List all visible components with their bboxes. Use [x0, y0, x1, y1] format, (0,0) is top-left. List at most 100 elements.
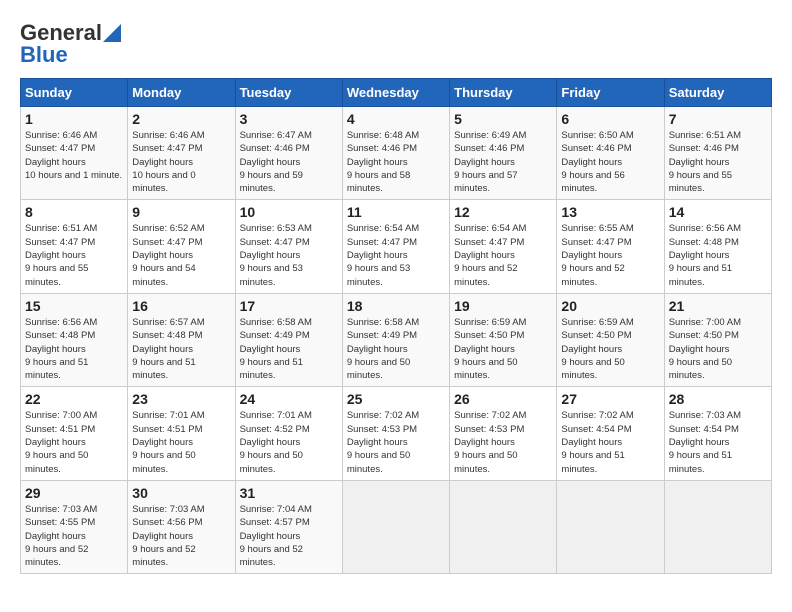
- day-info: Sunrise: 7:04 AM Sunset: 4:57 PM Dayligh…: [240, 503, 338, 569]
- day-number: 31: [240, 485, 338, 501]
- calendar-header-tuesday: Tuesday: [235, 79, 342, 107]
- calendar-cell: 5 Sunrise: 6:49 AM Sunset: 4:46 PM Dayli…: [450, 107, 557, 200]
- day-number: 24: [240, 391, 338, 407]
- day-number: 10: [240, 204, 338, 220]
- calendar-week-5: 29 Sunrise: 7:03 AM Sunset: 4:55 PM Dayl…: [21, 480, 772, 573]
- day-number: 21: [669, 298, 767, 314]
- calendar-cell: 12 Sunrise: 6:54 AM Sunset: 4:47 PM Dayl…: [450, 200, 557, 293]
- calendar-cell: 27 Sunrise: 7:02 AM Sunset: 4:54 PM Dayl…: [557, 387, 664, 480]
- day-info: Sunrise: 7:02 AM Sunset: 4:53 PM Dayligh…: [454, 409, 552, 475]
- day-number: 30: [132, 485, 230, 501]
- calendar-cell: 3 Sunrise: 6:47 AM Sunset: 4:46 PM Dayli…: [235, 107, 342, 200]
- day-info: Sunrise: 6:49 AM Sunset: 4:46 PM Dayligh…: [454, 129, 552, 195]
- day-number: 25: [347, 391, 445, 407]
- calendar-cell: [450, 480, 557, 573]
- day-info: Sunrise: 7:00 AM Sunset: 4:50 PM Dayligh…: [669, 316, 767, 382]
- day-number: 20: [561, 298, 659, 314]
- day-info: Sunrise: 6:52 AM Sunset: 4:47 PM Dayligh…: [132, 222, 230, 288]
- calendar-cell: 30 Sunrise: 7:03 AM Sunset: 4:56 PM Dayl…: [128, 480, 235, 573]
- day-info: Sunrise: 7:02 AM Sunset: 4:54 PM Dayligh…: [561, 409, 659, 475]
- day-info: Sunrise: 6:59 AM Sunset: 4:50 PM Dayligh…: [561, 316, 659, 382]
- day-info: Sunrise: 7:02 AM Sunset: 4:53 PM Dayligh…: [347, 409, 445, 475]
- calendar-cell: 26 Sunrise: 7:02 AM Sunset: 4:53 PM Dayl…: [450, 387, 557, 480]
- day-number: 3: [240, 111, 338, 127]
- day-number: 14: [669, 204, 767, 220]
- day-info: Sunrise: 6:51 AM Sunset: 4:46 PM Dayligh…: [669, 129, 767, 195]
- day-number: 23: [132, 391, 230, 407]
- day-number: 19: [454, 298, 552, 314]
- calendar-cell: 8 Sunrise: 6:51 AM Sunset: 4:47 PM Dayli…: [21, 200, 128, 293]
- calendar-cell: 24 Sunrise: 7:01 AM Sunset: 4:52 PM Dayl…: [235, 387, 342, 480]
- calendar-cell: 23 Sunrise: 7:01 AM Sunset: 4:51 PM Dayl…: [128, 387, 235, 480]
- calendar-week-2: 8 Sunrise: 6:51 AM Sunset: 4:47 PM Dayli…: [21, 200, 772, 293]
- day-info: Sunrise: 7:00 AM Sunset: 4:51 PM Dayligh…: [25, 409, 123, 475]
- day-number: 27: [561, 391, 659, 407]
- calendar-cell: [342, 480, 449, 573]
- calendar-table: SundayMondayTuesdayWednesdayThursdayFrid…: [20, 78, 772, 574]
- logo: General Blue: [20, 20, 122, 68]
- day-info: Sunrise: 7:01 AM Sunset: 4:52 PM Dayligh…: [240, 409, 338, 475]
- day-number: 5: [454, 111, 552, 127]
- calendar-cell: 15 Sunrise: 6:56 AM Sunset: 4:48 PM Dayl…: [21, 293, 128, 386]
- calendar-cell: 6 Sunrise: 6:50 AM Sunset: 4:46 PM Dayli…: [557, 107, 664, 200]
- day-info: Sunrise: 7:03 AM Sunset: 4:54 PM Dayligh…: [669, 409, 767, 475]
- day-number: 28: [669, 391, 767, 407]
- day-info: Sunrise: 6:58 AM Sunset: 4:49 PM Dayligh…: [240, 316, 338, 382]
- calendar-week-1: 1 Sunrise: 6:46 AM Sunset: 4:47 PM Dayli…: [21, 107, 772, 200]
- day-info: Sunrise: 6:48 AM Sunset: 4:46 PM Dayligh…: [347, 129, 445, 195]
- logo-blue-text: Blue: [20, 42, 68, 68]
- calendar-header-saturday: Saturday: [664, 79, 771, 107]
- logo-arrow-icon: [103, 24, 121, 42]
- day-number: 1: [25, 111, 123, 127]
- day-info: Sunrise: 6:54 AM Sunset: 4:47 PM Dayligh…: [454, 222, 552, 288]
- day-number: 15: [25, 298, 123, 314]
- calendar-header-monday: Monday: [128, 79, 235, 107]
- day-number: 26: [454, 391, 552, 407]
- day-number: 17: [240, 298, 338, 314]
- calendar-week-4: 22 Sunrise: 7:00 AM Sunset: 4:51 PM Dayl…: [21, 387, 772, 480]
- calendar-header-row: SundayMondayTuesdayWednesdayThursdayFrid…: [21, 79, 772, 107]
- day-number: 4: [347, 111, 445, 127]
- day-info: Sunrise: 7:03 AM Sunset: 4:56 PM Dayligh…: [132, 503, 230, 569]
- calendar-cell: 9 Sunrise: 6:52 AM Sunset: 4:47 PM Dayli…: [128, 200, 235, 293]
- day-info: Sunrise: 6:56 AM Sunset: 4:48 PM Dayligh…: [25, 316, 123, 382]
- calendar-cell: 20 Sunrise: 6:59 AM Sunset: 4:50 PM Dayl…: [557, 293, 664, 386]
- calendar-cell: 21 Sunrise: 7:00 AM Sunset: 4:50 PM Dayl…: [664, 293, 771, 386]
- calendar-header-wednesday: Wednesday: [342, 79, 449, 107]
- calendar-cell: 16 Sunrise: 6:57 AM Sunset: 4:48 PM Dayl…: [128, 293, 235, 386]
- calendar-cell: 28 Sunrise: 7:03 AM Sunset: 4:54 PM Dayl…: [664, 387, 771, 480]
- calendar-header-sunday: Sunday: [21, 79, 128, 107]
- calendar-header-thursday: Thursday: [450, 79, 557, 107]
- day-info: Sunrise: 6:55 AM Sunset: 4:47 PM Dayligh…: [561, 222, 659, 288]
- calendar-cell: 31 Sunrise: 7:04 AM Sunset: 4:57 PM Dayl…: [235, 480, 342, 573]
- day-number: 16: [132, 298, 230, 314]
- day-number: 6: [561, 111, 659, 127]
- calendar-cell: 18 Sunrise: 6:58 AM Sunset: 4:49 PM Dayl…: [342, 293, 449, 386]
- day-info: Sunrise: 7:03 AM Sunset: 4:55 PM Dayligh…: [25, 503, 123, 569]
- calendar-cell: 2 Sunrise: 6:46 AM Sunset: 4:47 PM Dayli…: [128, 107, 235, 200]
- calendar-cell: 4 Sunrise: 6:48 AM Sunset: 4:46 PM Dayli…: [342, 107, 449, 200]
- day-number: 2: [132, 111, 230, 127]
- calendar-cell: 13 Sunrise: 6:55 AM Sunset: 4:47 PM Dayl…: [557, 200, 664, 293]
- day-info: Sunrise: 6:46 AM Sunset: 4:47 PM Dayligh…: [132, 129, 230, 195]
- calendar-cell: [557, 480, 664, 573]
- day-info: Sunrise: 6:50 AM Sunset: 4:46 PM Dayligh…: [561, 129, 659, 195]
- calendar-cell: 22 Sunrise: 7:00 AM Sunset: 4:51 PM Dayl…: [21, 387, 128, 480]
- day-info: Sunrise: 6:56 AM Sunset: 4:48 PM Dayligh…: [669, 222, 767, 288]
- calendar-cell: 19 Sunrise: 6:59 AM Sunset: 4:50 PM Dayl…: [450, 293, 557, 386]
- day-info: Sunrise: 6:46 AM Sunset: 4:47 PM Dayligh…: [25, 129, 123, 182]
- day-number: 29: [25, 485, 123, 501]
- calendar-cell: 1 Sunrise: 6:46 AM Sunset: 4:47 PM Dayli…: [21, 107, 128, 200]
- day-info: Sunrise: 6:51 AM Sunset: 4:47 PM Dayligh…: [25, 222, 123, 288]
- day-number: 13: [561, 204, 659, 220]
- page-header: General Blue: [20, 20, 772, 68]
- day-info: Sunrise: 6:57 AM Sunset: 4:48 PM Dayligh…: [132, 316, 230, 382]
- day-number: 22: [25, 391, 123, 407]
- calendar-cell: [664, 480, 771, 573]
- calendar-cell: 14 Sunrise: 6:56 AM Sunset: 4:48 PM Dayl…: [664, 200, 771, 293]
- calendar-header-friday: Friday: [557, 79, 664, 107]
- day-info: Sunrise: 6:59 AM Sunset: 4:50 PM Dayligh…: [454, 316, 552, 382]
- calendar-cell: 29 Sunrise: 7:03 AM Sunset: 4:55 PM Dayl…: [21, 480, 128, 573]
- calendar-cell: 25 Sunrise: 7:02 AM Sunset: 4:53 PM Dayl…: [342, 387, 449, 480]
- calendar-cell: 17 Sunrise: 6:58 AM Sunset: 4:49 PM Dayl…: [235, 293, 342, 386]
